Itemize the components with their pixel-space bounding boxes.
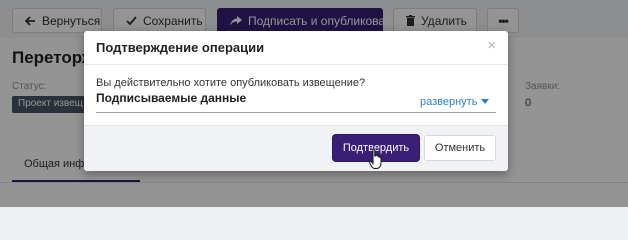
signed-data-separator bbox=[96, 112, 496, 113]
confirmation-dialog: Подтверждение операции × Вы действительн… bbox=[84, 31, 508, 171]
expand-link-label: развернуть bbox=[420, 96, 478, 108]
dialog-header: Подтверждение операции × bbox=[84, 31, 508, 65]
dialog-question: Вы действительно хотите опубликовать изв… bbox=[96, 77, 366, 89]
expand-link[interactable]: развернуть bbox=[420, 96, 490, 108]
signed-data-label: Подписываемые данные bbox=[96, 91, 247, 105]
cancel-button[interactable]: Отменить bbox=[424, 135, 496, 161]
dialog-title: Подтверждение операции bbox=[96, 40, 265, 55]
hand-cursor-icon bbox=[369, 148, 382, 169]
caret-down-icon bbox=[481, 99, 490, 104]
close-icon[interactable]: × bbox=[487, 38, 496, 53]
